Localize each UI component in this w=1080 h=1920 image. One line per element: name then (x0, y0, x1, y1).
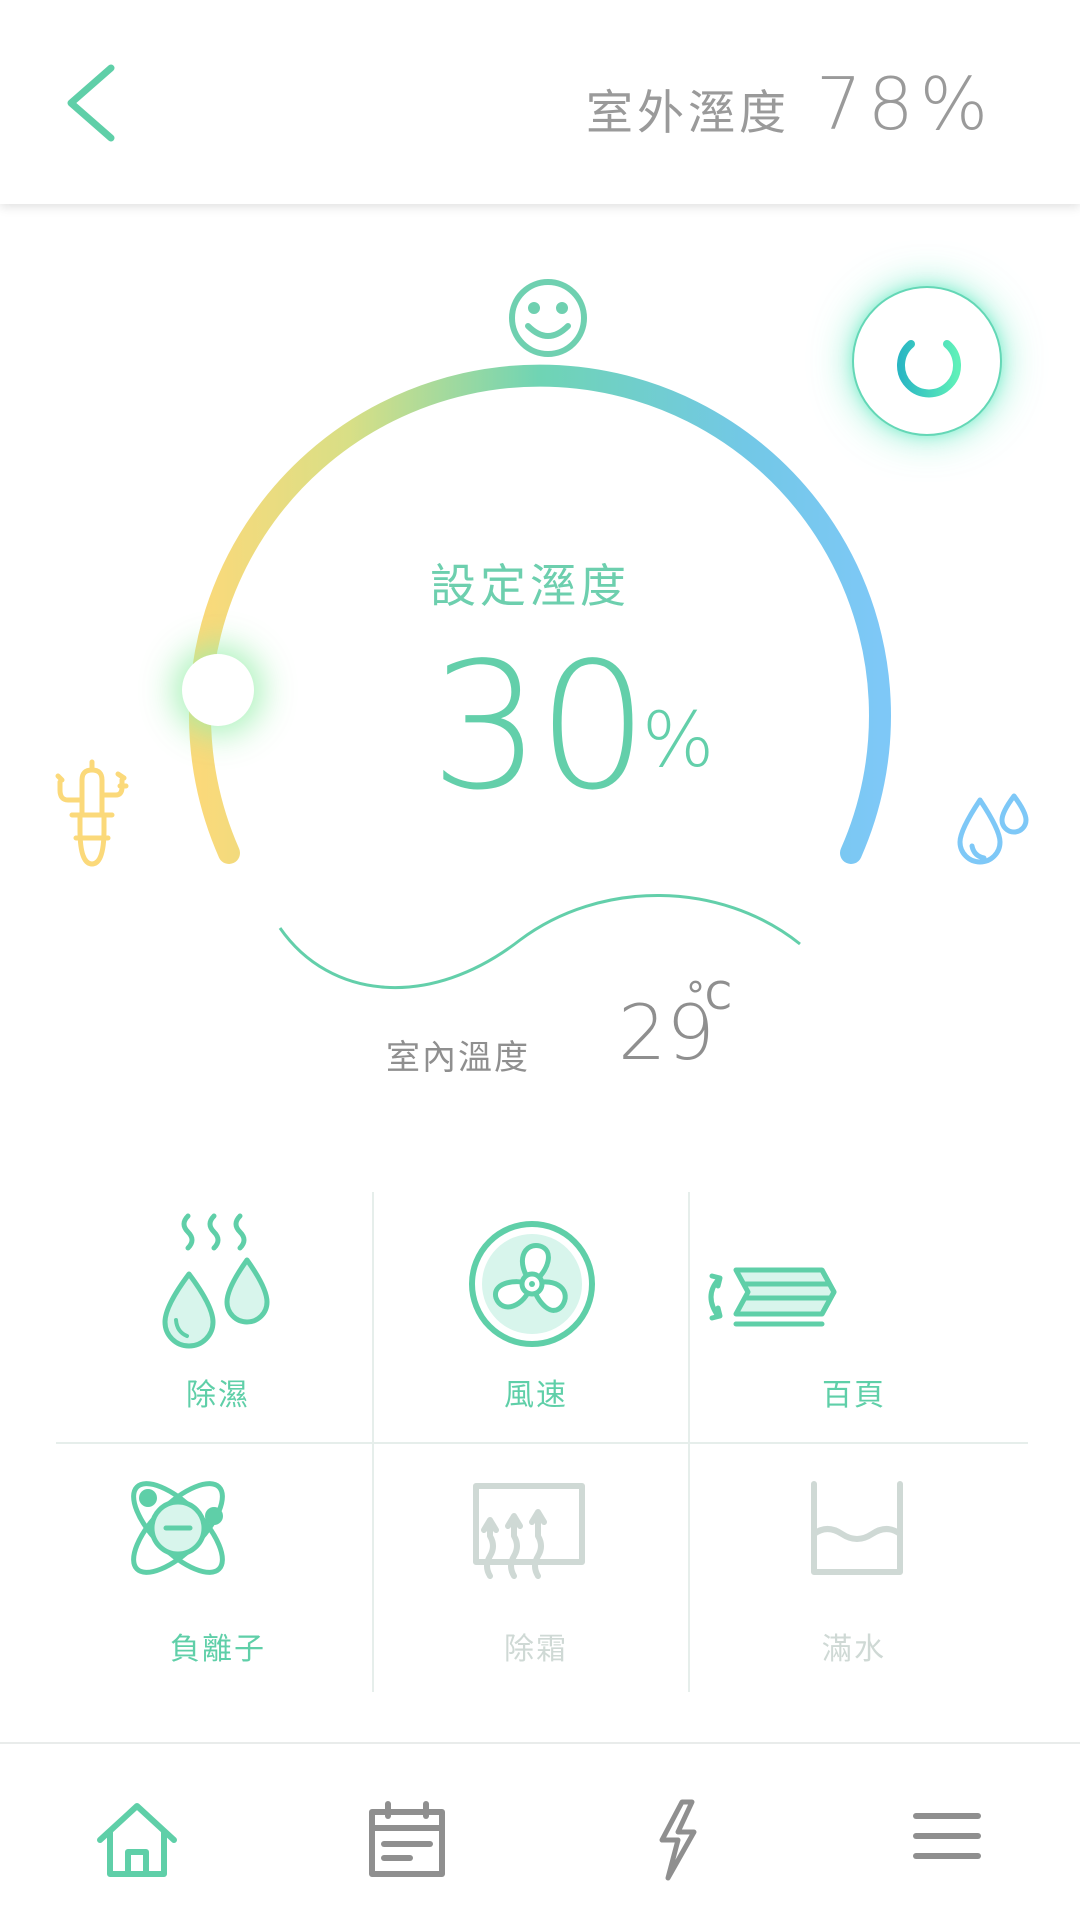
function-grid: 除濕 風速 百頁 負離子 除霜 滿水 (56, 1192, 1028, 1692)
nav-menu[interactable] (810, 1744, 1080, 1920)
smile-icon (509, 279, 587, 357)
louver-button[interactable]: 百頁 (692, 1192, 1016, 1442)
set-humidity-value: 30 (430, 626, 649, 829)
nav-schedule[interactable] (270, 1744, 540, 1920)
outdoor-humidity-value: 78% (815, 62, 994, 146)
indoor-temp-unit: °C (686, 974, 732, 1018)
lightning-icon (659, 1799, 697, 1881)
indoor-temp-label: 室內溫度 (386, 1038, 530, 1078)
dehumidify-button[interactable]: 除濕 (56, 1192, 380, 1442)
water-full-button[interactable]: 滿水 (692, 1444, 1016, 1694)
louver-label: 百頁 (822, 1378, 886, 1413)
back-arrow-icon (67, 64, 115, 142)
outdoor-humidity-label: 室外溼度 (585, 86, 790, 141)
menu-icon (913, 1813, 981, 1859)
ion-button[interactable]: 負離子 (56, 1444, 380, 1694)
nav-energy[interactable] (540, 1744, 810, 1920)
humidity-dial: 設定溼度 30 % 室內溫度 29 °C (0, 204, 1080, 1104)
top-bar: 室外溼度 78% (0, 0, 1080, 204)
calendar-icon (369, 1801, 445, 1877)
set-humidity-label: 設定溼度 (430, 559, 630, 613)
cactus-icon (55, 759, 129, 867)
water-full-label: 滿水 (822, 1632, 886, 1667)
defrost-label: 除霜 (504, 1632, 568, 1667)
power-icon (897, 324, 961, 398)
back-button[interactable] (55, 58, 135, 148)
fan-speed-button[interactable]: 風速 (374, 1192, 698, 1442)
outdoor-humidity: 室外溼度 78% (586, 62, 994, 146)
fan-speed-label: 風速 (504, 1378, 568, 1413)
nav-home[interactable] (0, 1744, 270, 1920)
dehumidify-label: 除濕 (186, 1378, 250, 1413)
set-humidity-unit: % (642, 695, 715, 784)
defrost-button[interactable]: 除霜 (374, 1444, 698, 1694)
water-drops-icon (957, 793, 1029, 865)
bottom-nav (0, 1742, 1080, 1920)
home-icon (97, 1803, 177, 1877)
humidity-slider-knob[interactable] (182, 654, 254, 726)
power-button[interactable] (852, 286, 1002, 436)
ion-label: 負離子 (170, 1632, 266, 1667)
